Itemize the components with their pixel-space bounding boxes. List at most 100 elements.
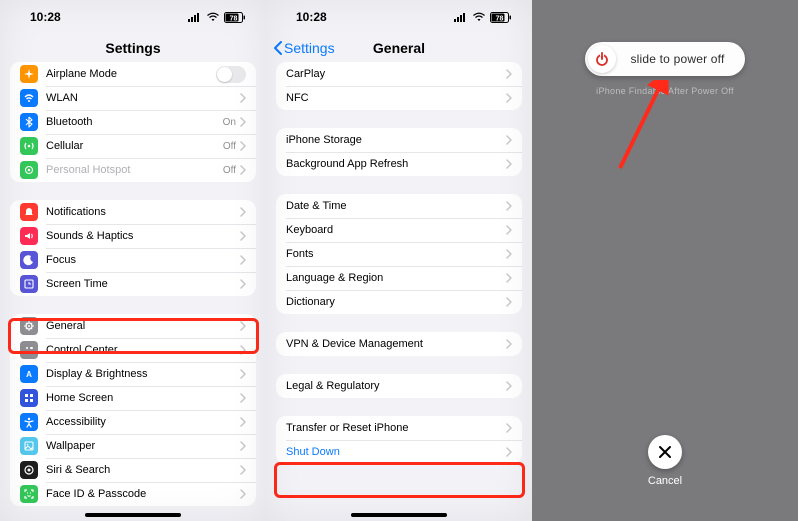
row-label: NFC	[286, 92, 506, 104]
chevron-right-icon	[240, 117, 246, 127]
chevron-right-icon	[506, 339, 512, 349]
general-icon	[20, 317, 38, 335]
settings-row[interactable]: Home Screen	[10, 386, 256, 410]
row-label: Display & Brightness	[46, 368, 240, 380]
chevron-right-icon	[240, 345, 246, 355]
chevron-right-icon	[240, 393, 246, 403]
settings-row[interactable]: CarPlay	[276, 62, 522, 86]
toggle-switch[interactable]	[216, 66, 246, 83]
chevron-right-icon	[506, 159, 512, 169]
power-off-slider[interactable]: slide to power off	[585, 42, 745, 76]
row-label: WLAN	[46, 92, 240, 104]
chevron-right-icon	[240, 321, 246, 331]
chevron-right-icon	[240, 165, 246, 175]
chevron-right-icon	[240, 441, 246, 451]
row-label: CarPlay	[286, 68, 506, 80]
focus-icon	[20, 251, 38, 269]
settings-row[interactable]: A Display & Brightness	[10, 362, 256, 386]
settings-row[interactable]: VPN & Device Management	[276, 332, 522, 356]
airplane-icon	[20, 65, 38, 83]
chevron-right-icon	[240, 489, 246, 499]
row-label: Screen Time	[46, 278, 240, 290]
settings-row[interactable]: Siri & Search	[10, 458, 256, 482]
status-time: 10:28	[296, 10, 327, 24]
settings-row[interactable]: General	[10, 314, 256, 338]
row-label: Bluetooth	[46, 116, 223, 128]
settings-row[interactable]: CellularOff	[10, 134, 256, 158]
settings-row[interactable]: Background App Refresh	[276, 152, 522, 176]
cancel-label: Cancel	[648, 475, 682, 487]
chevron-right-icon	[506, 69, 512, 79]
svg-text:78: 78	[230, 15, 238, 22]
settings-row[interactable]: Notifications	[10, 200, 256, 224]
page-title: Settings	[105, 40, 160, 56]
settings-row[interactable]: Fonts	[276, 242, 522, 266]
settings-row[interactable]: Sounds & Haptics	[10, 224, 256, 248]
row-label: Siri & Search	[46, 464, 240, 476]
settings-row[interactable]: Dictionary	[276, 290, 522, 314]
chevron-right-icon	[240, 417, 246, 427]
chevron-right-icon	[240, 93, 246, 103]
display-icon: A	[20, 365, 38, 383]
settings-row[interactable]: NFC	[276, 86, 522, 110]
chevron-right-icon	[240, 465, 246, 475]
status-bar: 10:28 78	[266, 0, 532, 30]
settings-row[interactable]: Keyboard	[276, 218, 522, 242]
settings-row[interactable]: Wallpaper	[10, 434, 256, 458]
row-value: On	[223, 117, 236, 128]
settings-row[interactable]: Personal HotspotOff	[10, 158, 256, 182]
cancel-button[interactable]	[648, 435, 682, 469]
slider-label: slide to power off	[616, 52, 745, 66]
settings-row[interactable]: Accessibility	[10, 410, 256, 434]
row-label: Personal Hotspot	[46, 164, 223, 176]
back-label: Settings	[284, 40, 335, 56]
home-indicator	[85, 513, 181, 517]
row-label: General	[46, 320, 240, 332]
control-center-icon	[20, 341, 38, 359]
row-label: Dictionary	[286, 296, 506, 308]
chevron-left-icon	[274, 41, 282, 55]
cellular-icon	[20, 137, 38, 155]
chevron-right-icon	[506, 423, 512, 433]
settings-row[interactable]: Legal & Regulatory	[276, 374, 522, 398]
siri-icon	[20, 461, 38, 479]
row-label: Legal & Regulatory	[286, 380, 506, 392]
settings-row[interactable]: Date & Time	[276, 194, 522, 218]
settings-row[interactable]: iPhone Storage	[276, 128, 522, 152]
settings-row[interactable]: BluetoothOn	[10, 110, 256, 134]
settings-row[interactable]: Face ID & Passcode	[10, 482, 256, 506]
row-label: Airplane Mode	[46, 68, 216, 80]
settings-screen: 10:28 78 Settings Airplane ModeWLANBluet…	[0, 0, 266, 521]
power-knob[interactable]	[588, 45, 616, 73]
chevron-right-icon	[240, 231, 246, 241]
row-label: Accessibility	[46, 416, 240, 428]
settings-row[interactable]: Focus	[10, 248, 256, 272]
row-value: Off	[223, 141, 236, 152]
settings-row[interactable]: Control Center	[10, 338, 256, 362]
settings-row[interactable]: Transfer or Reset iPhone	[276, 416, 522, 440]
settings-row[interactable]: Shut Down	[276, 440, 522, 464]
row-label: Transfer or Reset iPhone	[286, 422, 506, 434]
settings-row[interactable]: Language & Region	[276, 266, 522, 290]
chevron-right-icon	[506, 93, 512, 103]
home-screen-icon	[20, 389, 38, 407]
settings-row[interactable]: WLAN	[10, 86, 256, 110]
close-icon	[658, 445, 672, 459]
row-label: iPhone Storage	[286, 134, 506, 146]
battery-icon: 78	[490, 12, 512, 23]
power-icon	[594, 51, 610, 67]
chevron-right-icon	[506, 201, 512, 211]
row-label: Keyboard	[286, 224, 506, 236]
chevron-right-icon	[240, 141, 246, 151]
settings-row[interactable]: Screen Time	[10, 272, 256, 296]
chevron-right-icon	[240, 207, 246, 217]
back-button[interactable]: Settings	[274, 30, 335, 66]
row-label: Focus	[46, 254, 240, 266]
nav-bar: Settings	[0, 30, 266, 66]
settings-row[interactable]: Airplane Mode	[10, 62, 256, 86]
chevron-right-icon	[506, 249, 512, 259]
wifi-status-icon	[472, 12, 486, 22]
findable-caption: iPhone Findable After Power Off	[585, 86, 745, 96]
row-label: Notifications	[46, 206, 240, 218]
row-label: Control Center	[46, 344, 240, 356]
